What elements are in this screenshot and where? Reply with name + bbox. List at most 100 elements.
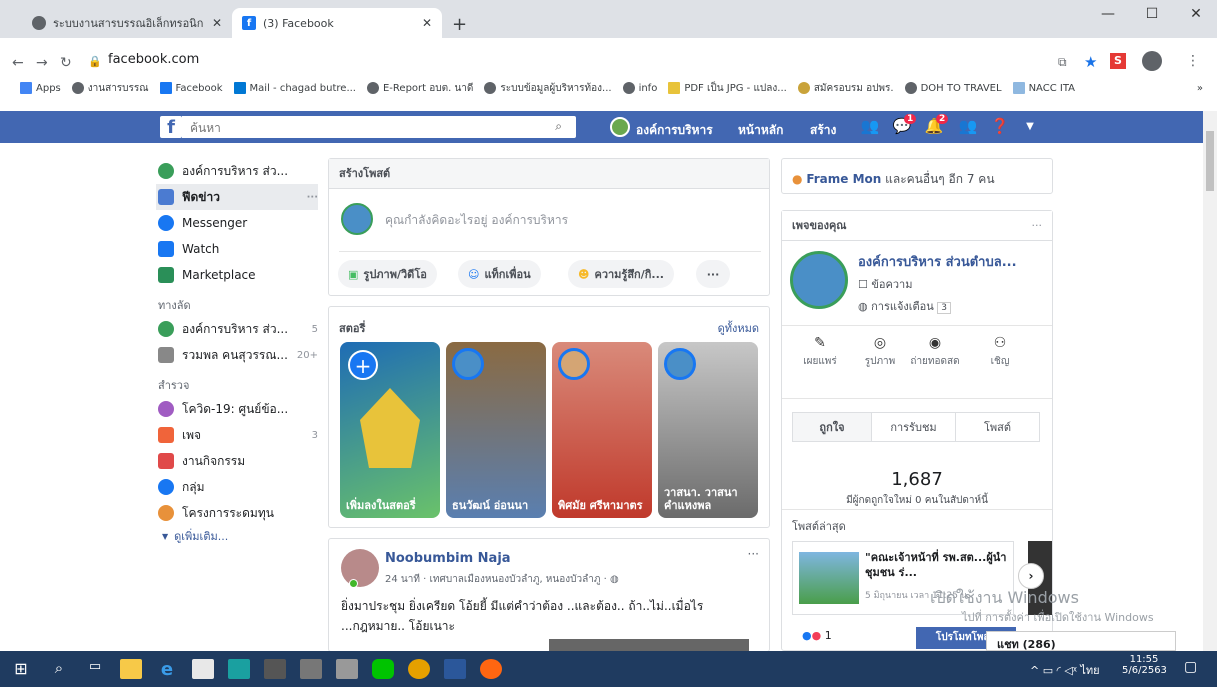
birthday-card[interactable]: ● Frame Mon และคนอื่นๆ อีก 7 คน [781,158,1053,194]
bookmark-item[interactable]: DOH TO TRAVEL [904,82,1002,94]
create-link[interactable]: สร้าง [810,121,836,140]
friends-icon[interactable]: 👥 [860,117,880,137]
url-input[interactable]: facebook.com [108,52,199,67]
calculator-icon[interactable] [300,659,322,679]
store-icon[interactable] [192,659,214,679]
publish-action[interactable]: ✎ เผยแพร่ [790,336,850,369]
tab-likes[interactable]: ถูกใจ [792,412,872,442]
sidebar-item-groups[interactable]: กลุ่ม [158,474,318,500]
sidebar-item-shortcut[interactable]: รวมพล คนสุวรรณ... 20+ [158,342,318,368]
tab-sarabun[interactable]: ระบบงานสารบรรณอิเล็กทรอนิกส์ Sara ✕ [22,8,232,38]
add-story-icon[interactable]: + [348,350,378,380]
bookmark-item[interactable]: E-Report อบต. นาดี [366,81,473,96]
forward-icon[interactable]: → [36,55,48,71]
bookmark-item[interactable]: Apps [20,82,61,94]
bookmark-item[interactable]: NACC ITA [1012,82,1075,94]
page-avatar[interactable] [790,251,848,309]
avatar[interactable] [341,549,379,587]
bookmark-item[interactable]: งานสารบรรณ [71,81,149,96]
firefox-icon[interactable] [480,659,502,679]
composer-input[interactable]: คุณกำลังคิดอะไรอยู่ องค์การบริหาร [385,211,568,230]
app-icon[interactable] [228,659,250,679]
calendar-app-icon[interactable] [336,659,358,679]
quick-help-icon[interactable]: 👥 [958,117,978,137]
see-all-stories-link[interactable]: ดูทั้งหมด [718,319,759,337]
close-tab-icon[interactable]: ✕ [212,16,222,30]
bookmark-star-icon[interactable]: ★ [1084,53,1097,71]
line-icon[interactable] [372,659,394,679]
sidebar-item-fundraisers[interactable]: โครงการระดมทุน [158,500,318,526]
system-tray[interactable]: ^ ▭ ◜ ◁ᵡ ไทย [1030,661,1100,679]
tab-facebook[interactable]: f (3) Facebook ✕ [232,8,442,38]
chat-bar[interactable]: แชท (286) [986,631,1176,651]
bookmark-item[interactable]: ระบบข้อมูลผู้บริหารท้อง... [484,81,612,96]
scrollbar-thumb[interactable] [1206,131,1214,191]
close-window-button[interactable]: ✕ [1176,6,1216,22]
bookmarks-more-button[interactable]: » [1197,83,1203,94]
back-icon[interactable]: ← [12,55,24,71]
story-card[interactable]: วาสนา. วาสนา คำแหงพล [658,342,758,518]
task-view-icon[interactable]: ▭ [84,659,106,679]
story-card[interactable]: พิศมัย ศรีหามาตร [552,342,652,518]
tab-views[interactable]: การรับชม [872,412,956,442]
reload-icon[interactable]: ↻ [60,55,72,71]
menu-icon[interactable]: ⋮ [1186,53,1200,69]
photo-action[interactable]: ◎ รูปภาพ [850,336,910,369]
sidebar-item-events[interactable]: งานกิจกรรม [158,448,318,474]
sidebar-item-covid[interactable]: โควิด-19: ศูนย์ข้อ... [158,396,318,422]
bookmark-item[interactable]: info [622,82,657,94]
profile-icon[interactable] [1142,51,1162,71]
clock[interactable]: 11:55 5/6/2563 [1122,654,1167,676]
facebook-logo-icon[interactable]: f [160,116,182,138]
live-action[interactable]: ◉ ถ่ายทอดสด [910,336,960,369]
tab-posts[interactable]: โพสต์ [956,412,1040,442]
new-tab-button[interactable]: + [452,14,467,35]
frame-name[interactable]: Frame Mon [806,172,881,186]
edge-icon[interactable]: e [156,659,178,680]
chrome-icon[interactable] [408,659,430,679]
sidebar-item-profile[interactable]: องค์การบริหาร ส่ว... [158,158,318,184]
tag-friends-button[interactable]: ☺ แท็กเพื่อน [458,260,541,288]
profile-link[interactable]: องค์การบริหาร [636,121,713,140]
bookmark-item[interactable]: Mail - chagad butre... [233,82,356,94]
close-tab-icon[interactable]: ✕ [422,16,432,30]
post-more-button[interactable]: ··· [748,547,759,561]
notifications-link[interactable]: ◍ การแจ้งเตือน 3 [858,297,952,315]
pages-more-button[interactable]: ··· [1032,219,1043,232]
story-card[interactable]: ธนวัฒน์ อ่อนนา [446,342,546,518]
windows-start-icon[interactable]: ⊞ [10,659,32,679]
avatar[interactable] [610,117,630,137]
bookmark-item[interactable]: PDF เป็น JPG - แปลง... [668,81,787,96]
search-input[interactable]: ค้นหา ⌕ [182,116,576,138]
bookmark-item[interactable]: สมัครอบรม อปพร. [797,81,894,96]
search-icon[interactable]: ⌕ [48,659,70,679]
sidebar-item-pages[interactable]: เพจ 3 [158,422,318,448]
translate-icon[interactable]: ⧉ [1058,55,1067,70]
messages-link[interactable]: ☐ ข้อความ [858,275,912,293]
search-icon[interactable]: ⌕ [555,119,562,134]
sidebar-item-watch[interactable]: Watch [158,236,318,262]
help-icon[interactable]: ❓ [990,117,1010,137]
invite-action[interactable]: ⚇ เชิญ [970,336,1030,369]
minimize-button[interactable]: — [1088,6,1128,22]
sidebar-item-messenger[interactable]: Messenger [158,210,318,236]
photo-video-button[interactable]: ▣ รูปภาพ/วิดีโอ [338,260,437,288]
maximize-button[interactable]: ☐ [1132,6,1172,22]
story-card[interactable]: + เพิ่มลงในสตอรี่ [340,342,440,518]
home-link[interactable]: หน้าหลัก [738,121,783,140]
scrollbar[interactable] [1203,111,1217,651]
extension-icon[interactable]: S [1110,53,1126,69]
sidebar-item-shortcut[interactable]: องค์การบริหาร ส่ว... 5 [158,316,318,342]
see-more-link[interactable]: ▼ ดูเพิ่มเติม... [158,526,318,546]
file-explorer-icon[interactable] [120,659,142,679]
page-name[interactable]: องค์การบริหาร ส่วนตำบล... [858,251,1017,272]
notification-center-icon[interactable]: ▢ [1184,659,1197,675]
word-icon[interactable] [444,659,466,679]
camera-app-icon[interactable] [264,659,286,679]
composer-more-button[interactable]: ··· [696,260,730,288]
post-author[interactable]: Noobumbim Naja [385,551,511,566]
feeling-button[interactable]: ☻ ความรู้สึก/กิ... [568,260,674,288]
account-menu-icon[interactable]: ▼ [1020,121,1040,141]
sidebar-item-marketplace[interactable]: Marketplace [158,262,318,288]
sidebar-item-news-feed[interactable]: ฟีดข่าว ··· [156,184,318,210]
